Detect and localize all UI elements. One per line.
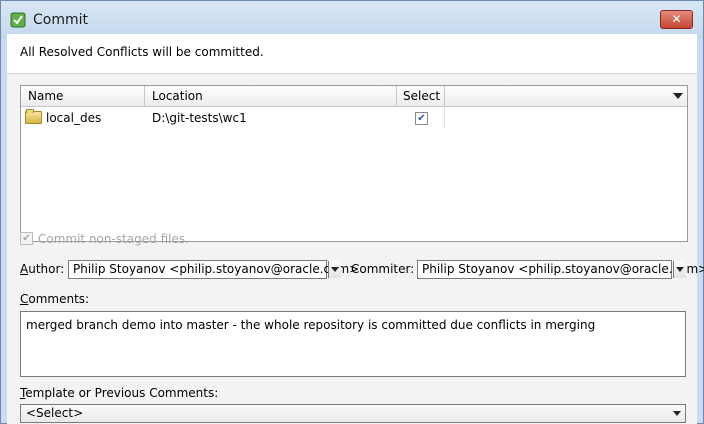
- commit-app-icon: [10, 12, 26, 28]
- header-band: All Resolved Conflicts will be committed…: [7, 34, 697, 74]
- commit-nonstaged-checkbox[interactable]: ✔: [20, 232, 33, 245]
- row-name: local_des: [46, 111, 102, 125]
- row-location: D:\git-tests\wc1: [152, 111, 247, 125]
- header-message: All Resolved Conflicts will be committed…: [20, 45, 264, 59]
- close-button[interactable]: ✕: [660, 10, 693, 29]
- committer-label: Commiter:: [351, 262, 415, 276]
- dialog-content: All Resolved Conflicts will be committed…: [7, 34, 704, 424]
- committer-value[interactable]: Philip Stoyanov <philip.stoyanov@oracle.…: [422, 262, 704, 276]
- template-dropdown-icon[interactable]: [673, 411, 681, 416]
- files-table: Name Location Select local_des D:\git-te…: [20, 85, 688, 242]
- column-header-location[interactable]: Location: [145, 86, 397, 107]
- row-select-checkbox[interactable]: ✔: [415, 112, 428, 125]
- column-menu-icon[interactable]: [673, 93, 683, 99]
- window-title: Commit: [33, 12, 88, 28]
- author-combobox[interactable]: Philip Stoyanov <philip.stoyanov@oracle.…: [68, 260, 359, 279]
- cell-name: local_des: [25, 108, 145, 128]
- committer-combobox[interactable]: Philip Stoyanov <philip.stoyanov@oracle.…: [417, 260, 704, 279]
- commit-dialog: Commit ✕ All Resolved Conflicts will be …: [0, 0, 704, 424]
- author-dropdown-icon[interactable]: [328, 261, 341, 278]
- column-header-name[interactable]: Name: [21, 86, 145, 107]
- column-header-select[interactable]: Select: [397, 86, 445, 107]
- close-icon: ✕: [671, 12, 682, 26]
- comments-textarea[interactable]: merged branch demo into master - the who…: [20, 311, 686, 377]
- author-value[interactable]: Philip Stoyanov <philip.stoyanov@oracle.…: [73, 262, 359, 276]
- table-row[interactable]: local_des D:\git-tests\wc1 ✔: [21, 108, 445, 128]
- template-combobox[interactable]: <Select>: [20, 404, 686, 423]
- folder-icon: [25, 109, 42, 124]
- table-header: Name Location Select: [21, 86, 687, 107]
- commit-nonstaged-label: Commit non-staged files.: [38, 232, 189, 246]
- cell-select: ✔: [397, 108, 445, 128]
- comments-label: Comments:: [20, 292, 90, 306]
- committer-dropdown-icon[interactable]: [673, 261, 686, 278]
- template-label: Template or Previous Comments:: [20, 386, 219, 400]
- author-label: Author:: [20, 262, 65, 276]
- template-value: <Select>: [26, 406, 84, 420]
